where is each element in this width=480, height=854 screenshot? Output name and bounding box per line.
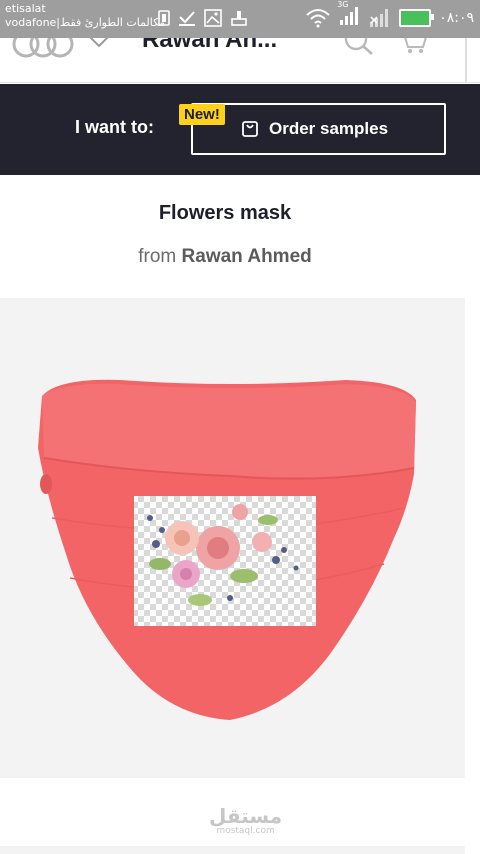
product-image-area [0, 298, 465, 778]
status-bar: etisalat vodafone|مكالمات الطوارئ فقط 3G… [0, 0, 480, 38]
product-author-line: from Rawan Ahmed [0, 246, 450, 268]
sim-icon [158, 10, 170, 26]
bottom-strip [0, 846, 465, 854]
order-samples-label: Order samples [269, 119, 389, 138]
header-divider [465, 38, 467, 82]
gallery-icon [204, 9, 222, 27]
action-bar: I want to: Order samples New! [0, 84, 480, 175]
order-samples-button[interactable]: Order samples [191, 103, 446, 155]
store-title[interactable]: Rawan An... [142, 38, 277, 54]
signal-weak-icon [370, 9, 389, 27]
brush-icon [231, 11, 247, 26]
notification-icons [158, 6, 248, 30]
author-link[interactable]: Rawan Ahmed [182, 246, 312, 267]
brand-logo-icon[interactable] [10, 38, 76, 64]
carrier-name-primary: etisalat [5, 2, 46, 15]
download-done-icon [179, 11, 195, 26]
watermark-arabic: مستقل [209, 804, 283, 828]
clock: ٠٨:٠٩ [439, 10, 474, 26]
watermark-latin: mostaql.com [216, 826, 275, 836]
cart-icon[interactable] [398, 38, 428, 54]
from-prefix: from [138, 246, 177, 267]
wifi-icon [306, 9, 330, 28]
shopping-bag-icon [242, 121, 258, 137]
carrier-name-secondary: vodafone|مكالمات الطوارئ فقط [5, 16, 166, 29]
product-title: Flowers mask [158, 202, 292, 224]
search-icon[interactable] [344, 38, 376, 56]
app-header: Rawan An... [0, 38, 480, 83]
system-icons: 3G ٠٨:٠٩ [305, 0, 474, 30]
battery-icon [399, 9, 435, 27]
signal-3g-icon: 3G [337, 0, 361, 30]
new-badge: New! [179, 104, 225, 125]
want-to-label: I want to: [75, 117, 154, 137]
network-type: 3G [337, 0, 349, 9]
product-mask-image[interactable] [0, 298, 465, 778]
mostaql-watermark: مستقل mostaql.com [209, 806, 282, 836]
chevron-down-icon[interactable] [88, 38, 110, 49]
